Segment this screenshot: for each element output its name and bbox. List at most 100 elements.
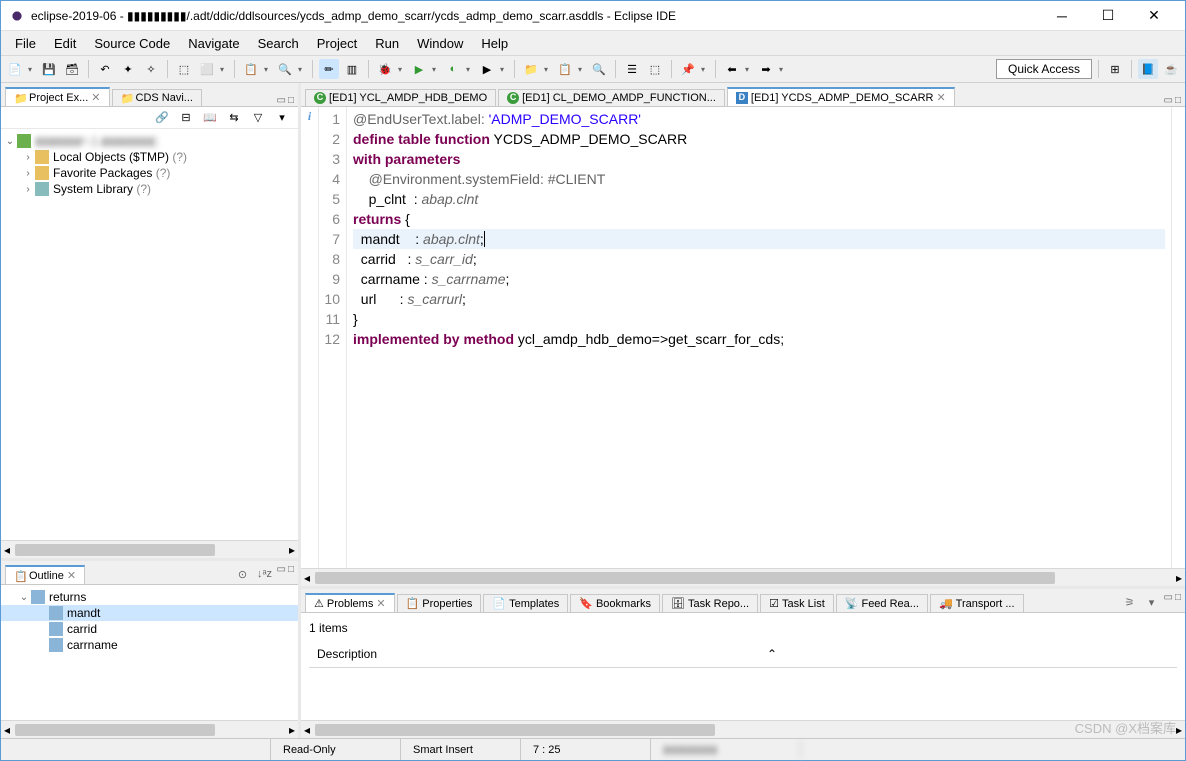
new-conn-icon[interactable]: 📁 xyxy=(521,59,541,79)
close-icon[interactable]: ✕ xyxy=(376,597,385,610)
menu-icon[interactable]: ▾ xyxy=(1142,592,1162,612)
filter-icon[interactable]: ⚞ xyxy=(1120,592,1140,612)
maximize-view-icon[interactable]: □ xyxy=(288,95,294,106)
quick-access-input[interactable] xyxy=(996,59,1092,79)
save-all-icon[interactable]: 🗃 xyxy=(62,59,82,79)
expand-icon[interactable]: ⌄ xyxy=(17,592,31,603)
tab-cdsnavi[interactable]: 📁CDS Navi... xyxy=(112,89,202,106)
run-icon[interactable]: ▶ xyxy=(409,59,429,79)
filter-icon[interactable]: ▽ xyxy=(248,108,268,128)
new-icon[interactable]: 📄 xyxy=(5,59,25,79)
maximize-view-icon[interactable]: □ xyxy=(1175,95,1181,106)
dict-icon[interactable]: 📖 xyxy=(200,108,220,128)
minimize-view-icon[interactable]: ▭ xyxy=(1164,95,1173,106)
editor-tab[interactable]: C[ED1] YCL_AMDP_HDB_DEMO xyxy=(305,89,496,106)
close-button[interactable]: ✕ xyxy=(1131,1,1177,31)
save-icon[interactable]: 💾 xyxy=(39,59,59,79)
ext-tools-icon[interactable]: ▶ xyxy=(477,59,497,79)
search-icon[interactable]: 🔍 xyxy=(589,59,609,79)
outline-item[interactable]: carrname xyxy=(1,637,298,653)
abap-perspective-icon[interactable]: 📘 xyxy=(1138,59,1158,79)
menu-project[interactable]: Project xyxy=(309,34,365,53)
code-editor[interactable]: i 123456789101112 @EndUserText.label: 'A… xyxy=(301,107,1185,568)
open-icon[interactable]: ⬜ xyxy=(197,59,217,79)
new-task-icon[interactable]: 📋 xyxy=(555,59,575,79)
block-selection-icon[interactable]: ▥ xyxy=(342,59,362,79)
outline-icon[interactable]: ☰ xyxy=(622,59,642,79)
focus-icon[interactable]: ⊙ xyxy=(233,564,253,584)
dropdown-icon[interactable]: ▾ xyxy=(28,65,36,74)
bottom-tab-templates[interactable]: 📄 Templates xyxy=(483,594,568,612)
h-scrollbar[interactable]: ◂▸ xyxy=(1,720,298,738)
bottom-tab-taskrepo[interactable]: 🗄 Task Repo... xyxy=(662,594,758,612)
expand-icon[interactable]: ⌄ xyxy=(3,136,17,147)
editor-tab[interactable]: D[ED1] YCDS_ADMP_DEMO_SCARR ✕ xyxy=(727,87,955,106)
minimize-button[interactable]: ─ xyxy=(1039,1,1085,31)
outline-item[interactable]: carrid xyxy=(1,621,298,637)
abap-icon[interactable]: 📋 xyxy=(241,59,261,79)
debug-icon[interactable]: 🐞 xyxy=(375,59,395,79)
sync-icon[interactable]: ⇆ xyxy=(224,108,244,128)
menu-file[interactable]: File xyxy=(7,34,44,53)
code-content[interactable]: @EndUserText.label: 'ADMP_DEMO_SCARR'def… xyxy=(347,107,1171,568)
maximize-view-icon[interactable]: □ xyxy=(1175,592,1181,612)
expand-icon[interactable]: › xyxy=(21,152,35,163)
tree-item[interactable]: ›System Library (?) xyxy=(1,181,298,197)
menu-window[interactable]: Window xyxy=(409,34,471,53)
info-icon[interactable]: i xyxy=(301,109,318,124)
tree-root[interactable]: ⌄ ▮▮▮▮▮▮▮h [L▮▮▮▮▮▮▮▮] xyxy=(1,133,298,149)
forward-icon[interactable]: ➡ xyxy=(756,59,776,79)
minimize-view-icon[interactable]: ▭ xyxy=(277,564,286,584)
maximize-view-icon[interactable]: □ xyxy=(288,564,294,584)
toggle-icon[interactable]: ⬚ xyxy=(645,59,665,79)
activate-all-icon[interactable]: ✧ xyxy=(141,59,161,79)
bottom-h-scrollbar[interactable]: ◂▸ xyxy=(301,720,1185,738)
outline-item[interactable]: mandt xyxy=(1,605,298,621)
perspective-open-icon[interactable]: ⊞ xyxy=(1105,59,1125,79)
tree-item[interactable]: ›Favorite Packages (?) xyxy=(1,165,298,181)
java-perspective-icon[interactable]: ☕ xyxy=(1161,59,1181,79)
open-object-icon[interactable]: 🔍 xyxy=(275,59,295,79)
menu-help[interactable]: Help xyxy=(473,34,516,53)
outline-tree[interactable]: ⌄ returns mandtcarridcarrname xyxy=(1,585,298,720)
bottom-tab-properties[interactable]: 📋 Properties xyxy=(397,594,482,612)
minimize-view-icon[interactable]: ▭ xyxy=(1164,592,1173,612)
coverage-icon[interactable]: ◐ xyxy=(443,59,463,79)
minimize-view-icon[interactable]: ▭ xyxy=(277,95,286,106)
col-description[interactable]: Description xyxy=(309,645,759,663)
bottom-tab-tasklist[interactable]: ☑ Task List xyxy=(760,594,834,612)
expand-icon[interactable]: › xyxy=(21,168,35,179)
expand-icon[interactable]: › xyxy=(21,184,35,195)
menu-navigate[interactable]: Navigate xyxy=(180,34,247,53)
maximize-button[interactable]: ☐ xyxy=(1085,1,1131,31)
editor-h-scrollbar[interactable]: ◂▸ xyxy=(301,568,1185,586)
pin-icon[interactable]: 📌 xyxy=(678,59,698,79)
problems-table-header[interactable]: Description ⌃ xyxy=(309,641,1177,668)
h-scrollbar[interactable]: ◂▸ xyxy=(1,540,298,558)
outline-root[interactable]: ⌄ returns xyxy=(1,589,298,605)
bottom-tab-problems[interactable]: ⚠ Problems ✕ xyxy=(305,593,395,612)
link-icon[interactable]: 🔗 xyxy=(152,108,172,128)
tree-item[interactable]: ›Local Objects ($TMP) (?) xyxy=(1,149,298,165)
close-icon[interactable]: ✕ xyxy=(67,569,76,582)
bottom-tab-feedrea[interactable]: 📡 Feed Rea... xyxy=(836,594,928,612)
menu-run[interactable]: Run xyxy=(367,34,407,53)
mark-occurrences-icon[interactable]: ✏ xyxy=(319,59,339,79)
back-icon[interactable]: ⬅ xyxy=(722,59,742,79)
sort-icon[interactable]: ↓ᵃz xyxy=(255,564,275,584)
editor-tab[interactable]: C[ED1] CL_DEMO_AMDP_FUNCTION... xyxy=(498,89,725,106)
close-icon[interactable]: ✕ xyxy=(936,91,945,104)
bottom-tab-bookmarks[interactable]: 🔖 Bookmarks xyxy=(570,594,660,612)
project-tree[interactable]: ⌄ ▮▮▮▮▮▮▮h [L▮▮▮▮▮▮▮▮] ›Local Objects ($… xyxy=(1,129,298,540)
menu-icon[interactable]: ▾ xyxy=(272,108,292,128)
menu-search[interactable]: Search xyxy=(250,34,307,53)
tab-projectex[interactable]: 📁Project Ex...✕ xyxy=(5,87,110,106)
bottom-tab-transport[interactable]: 🚚 Transport ... xyxy=(930,594,1024,612)
overview-ruler[interactable] xyxy=(1171,107,1185,568)
where-used-icon[interactable]: ⬚ xyxy=(174,59,194,79)
undo-icon[interactable]: ↶ xyxy=(95,59,115,79)
menu-sourcecode[interactable]: Source Code xyxy=(86,34,178,53)
close-icon[interactable]: ✕ xyxy=(91,91,100,104)
menu-edit[interactable]: Edit xyxy=(46,34,84,53)
collapse-icon[interactable]: ⊟ xyxy=(176,108,196,128)
